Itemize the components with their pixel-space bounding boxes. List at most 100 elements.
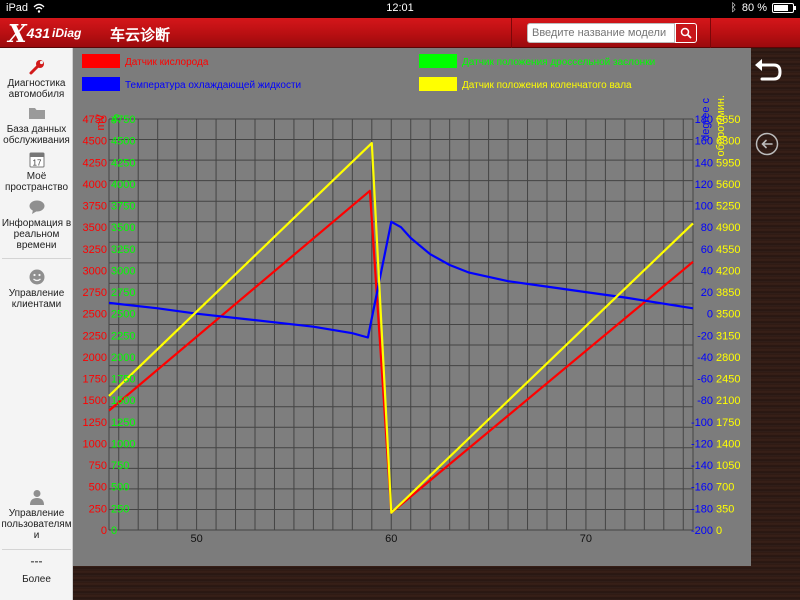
calendar-day: 17 [32,159,41,168]
y-tick-label: -40 [697,352,713,364]
y-tick-label: 4250 [83,157,107,169]
y-tick-label: 2500 [111,309,135,321]
sidebar-item-realtime-info[interactable]: Информация в реальном времени [0,198,73,251]
y-tick-label: -180 [691,503,713,515]
y-tick-label: 3500 [83,222,107,234]
sidebar-item-user-management[interactable]: Управление пользователям и [0,488,73,541]
y-tick-label: -20 [697,330,713,342]
y-tick-label: 1050 [716,460,740,472]
axis-label: оборот/мин. [715,95,727,156]
search-input[interactable] [527,23,675,43]
search-icon [680,27,692,39]
battery-percent: 80 % [741,2,767,14]
y-tick-label: 20 [701,287,713,299]
y-tick-label: 0 [707,309,713,321]
y-tick-label: 3150 [716,330,740,342]
y-tick-label: 2250 [83,330,107,342]
y-tick-label: 5600 [716,179,740,191]
sidebar-item-vehicle-diagnosis[interactable]: Диагностика автомобиля [0,58,73,100]
sidebar-item-label: Информация в реальном времени [1,218,72,251]
sidebar-item-label: Моё пространство [4,171,69,193]
sidebar-item-customer-management[interactable]: Управление клиентами [0,268,73,310]
y-tick-label: 3750 [111,201,135,213]
sidebar-item-label: Управление клиентами [8,288,65,310]
y-tick-label: 4900 [716,222,740,234]
header-divider [710,18,711,48]
header-divider [511,18,512,48]
y-tick-label: 1000 [111,438,135,450]
x-tick-label: 50 [190,533,202,545]
app-header: X 431 iDiag 车云诊断 [0,18,800,48]
y-tick-label: 5950 [716,157,740,169]
legend-swatch [419,77,457,91]
clock: 12:01 [386,2,414,14]
y-tick-label: -200 [691,525,713,537]
x-tick-label: 70 [580,533,592,545]
sidebar-item-service-database[interactable]: База данных обслуживания [0,104,73,146]
y-tick-label: 0 [101,525,107,537]
app-logo: X 431 iDiag [8,18,82,48]
bluetooth-icon: ᛒ [730,2,737,14]
y-tick-label: 5250 [716,201,740,213]
y-tick-label: 250 [89,503,107,515]
y-tick-label: 1500 [83,395,107,407]
y-tick-label: -140 [691,460,713,472]
sidebar: Диагностика автомобиля База данных обслу… [0,48,73,600]
axis-label: degree c [700,98,712,141]
y-tick-label: 3250 [111,244,135,256]
y-tick-label: 1750 [111,374,135,386]
y-tick-label: 1750 [716,417,740,429]
y-tick-label: 140 [695,157,713,169]
app-title: 车云诊断 [110,27,171,44]
y-tick-label: -60 [697,374,713,386]
folder-icon [28,108,45,119]
smiley-icon [29,269,44,285]
y-tick-label: 3000 [83,265,107,277]
search-bar [527,23,697,43]
sidebar-item-label: Диагностика автомобиля [7,78,66,100]
y-tick-label: 4500 [111,136,135,148]
search-button[interactable] [675,23,697,43]
legend-label: Датчик положения коленчатого вала [462,80,632,91]
y-tick-label: 2250 [111,330,135,342]
y-tick-label: 2000 [111,352,135,364]
y-tick-label: 3500 [111,222,135,234]
axis-label: % [110,114,122,124]
y-tick-label: 2750 [111,287,135,299]
y-tick-label: 500 [89,482,107,494]
sidebar-item-label: Управление пользователям и [1,508,72,541]
sidebar-item-label: База данных обслуживания [3,124,70,146]
legend-label: Датчик положения дроссельной заслонки [462,57,655,68]
sidebar-item-more[interactable]: --- Более [0,555,73,585]
y-tick-label: 1250 [83,417,107,429]
sidebar-item-my-space[interactable]: 17 Моё пространство [0,151,73,193]
back-button[interactable] [752,57,784,87]
y-tick-label: 2500 [83,309,107,321]
y-tick-label: 250 [111,503,129,515]
arrow-left-circle-icon [755,132,779,156]
wrench-icon [29,60,44,75]
y-tick-label: -80 [697,395,713,407]
axis-label: mV [95,113,107,130]
x-tick-label: 60 [385,533,397,545]
legend-swatch [82,54,120,68]
y-tick-label: 3850 [716,287,740,299]
y-tick-label: 2000 [83,352,107,364]
y-tick-label: 4250 [111,157,135,169]
y-tick-label: 700 [716,482,734,494]
y-tick-label: 2800 [716,352,740,364]
y-tick-label: -160 [691,482,713,494]
back-arrow-icon [755,59,782,81]
y-tick-label: 2100 [716,395,740,407]
previous-button[interactable] [755,132,779,156]
calendar-icon: 17 [29,152,44,168]
y-tick-label: 1750 [83,374,107,386]
y-tick-label: 80 [701,222,713,234]
y-tick-label: -120 [691,438,713,450]
y-tick-label: 3250 [83,244,107,256]
y-tick-label: 2450 [716,374,740,386]
y-tick-label: 750 [89,460,107,472]
y-tick-label: 2750 [83,287,107,299]
chart-panel: 0 250 500 750 1000 1250 1500 1750 2000 2250 2500 27… [73,48,751,566]
y-tick-label: 4000 [111,179,135,191]
